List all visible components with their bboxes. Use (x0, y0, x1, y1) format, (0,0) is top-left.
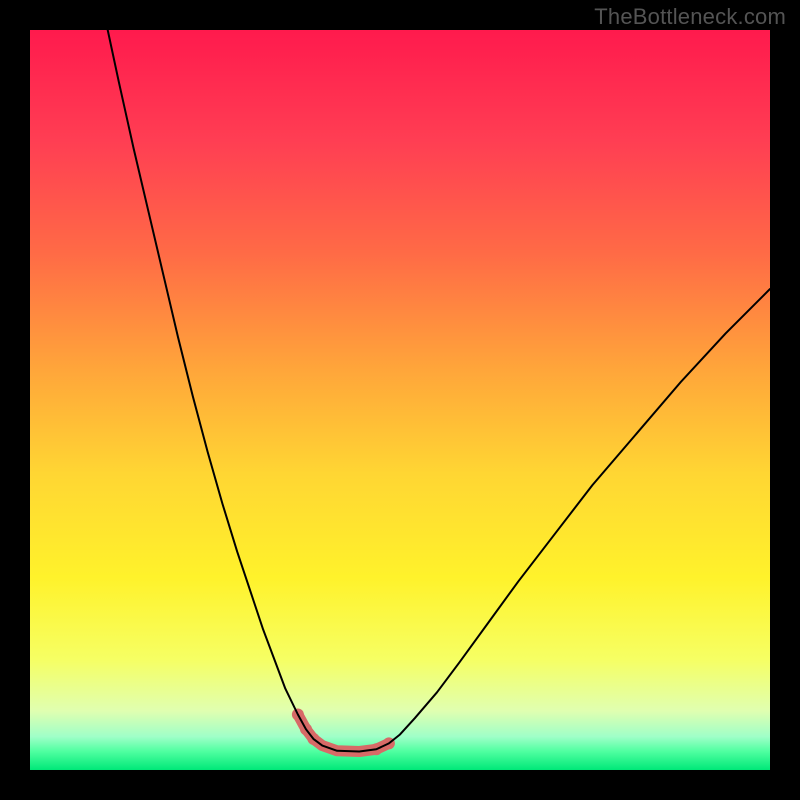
chart-frame: TheBottleneck.com (0, 0, 800, 800)
watermark-text: TheBottleneck.com (594, 4, 786, 30)
chart-background (30, 30, 770, 770)
chart-svg (30, 30, 770, 770)
chart-plot-area (30, 30, 770, 770)
